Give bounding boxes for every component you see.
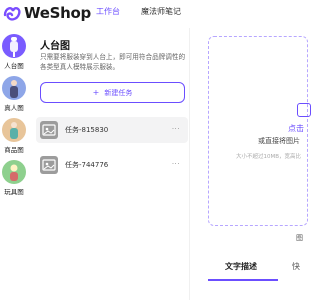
left-rail: 人台图 真人图 商品图 玩具图 [0,28,28,300]
upload-icon [297,103,311,117]
sidebar-item-real-model[interactable]: 真人图 [0,76,28,112]
sidebar-item-label: 玩具图 [4,188,24,196]
more-options-icon[interactable]: ··· [172,160,180,168]
toy-icon [2,160,26,184]
active-tab-indicator [208,279,278,281]
sidebar-item-label: 真人图 [4,104,24,112]
sidebar-item-toy[interactable]: 玩具图 [0,160,28,196]
nav-workbench[interactable]: 工作台 [96,6,120,17]
nav-magician-notes[interactable]: 魔法师笔记 [141,6,181,17]
top-header: WeShop 工作台 魔法师笔记 [0,0,300,26]
mannequin-icon [2,34,26,58]
image-placeholder-icon [40,156,58,174]
image-placeholder-icon [40,121,58,139]
panel-description: 只需要将服装穿到人台上，即可用符合品牌调性的各类型真人模特展示服装。 [40,53,186,71]
task-name: 任务-815830 [65,126,109,134]
plus-icon: + [92,88,100,97]
product-icon [2,118,26,142]
new-task-button[interactable]: + 新建任务 [40,82,185,103]
tab-quick[interactable]: 快 [292,261,300,272]
upload-drag-text: 或直接将图片 [258,137,300,145]
upload-limit-text: 大小不超过10MB，宽高比 [236,154,302,160]
tab-text-description[interactable]: 文字描述 [225,261,257,272]
task-item[interactable]: 任务-744776 ··· [36,152,188,178]
weshop-logo-icon [3,6,21,21]
image-upload-area[interactable]: 点击 或直接将图片 大小不超过10MB，宽高比 [208,36,311,226]
task-panel: 人台图 只需要将服装穿到人台上，即可用符合品牌调性的各类型真人模特展示服装。 +… [30,28,190,300]
real-model-icon [2,76,26,100]
brand-name: WeShop [24,4,91,22]
sidebar-item-product[interactable]: 商品图 [0,118,28,154]
more-options-icon[interactable]: ··· [172,125,180,133]
sidebar-item-label: 人台图 [4,62,24,70]
upload-click-text[interactable]: 点击 [288,123,304,134]
brand-logo[interactable]: WeShop [2,3,91,23]
task-name: 任务-744776 [65,161,109,169]
side-label: 图 [296,234,303,242]
sidebar-item-label: 商品图 [4,146,24,154]
panel-title: 人台图 [40,41,70,52]
prompt-tabs: 文字描述 快 [208,258,300,288]
task-item[interactable]: 任务-815830 ··· [36,117,188,143]
sidebar-item-mannequin[interactable]: 人台图 [0,34,28,70]
new-task-label: 新建任务 [104,88,133,97]
